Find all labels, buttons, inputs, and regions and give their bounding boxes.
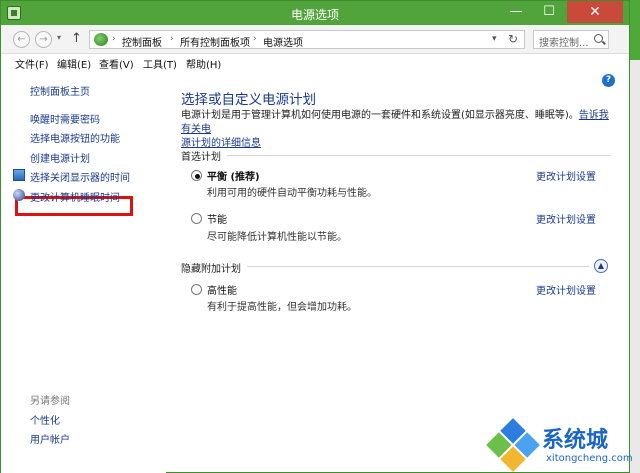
page-description: 电源计划是用于管理计算机如何使用电源的一套硬件和系统设置(如显示器亮度、睡眠等)… <box>181 109 611 151</box>
power-saver-plan-name[interactable]: 节能 <box>207 211 227 226</box>
refresh-icon[interactable]: ↻ <box>508 32 518 46</box>
breadcrumb-separator[interactable]: › <box>253 34 257 44</box>
balanced-plan-name[interactable]: 平衡 (推荐) <box>207 168 260 183</box>
breadcrumb-all-items[interactable]: 所有控制面板项 <box>180 34 250 49</box>
search-icon[interactable] <box>594 34 603 43</box>
menu-tools[interactable]: 工具(T) <box>143 56 177 71</box>
menu-bar: 文件(F) 编辑(E) 查看(V) 工具(T) 帮助(H) <box>1 54 629 72</box>
sleep-moon-icon <box>13 189 25 201</box>
control-panel-icon <box>94 33 108 46</box>
close-button[interactable]: ✕ <box>567 1 623 23</box>
menu-edit[interactable]: 编辑(E) <box>57 56 91 71</box>
description-text: 电源计划是用于管理计算机如何使用电源的一套硬件和系统设置(如显示器亮度、睡眠等)… <box>181 110 579 121</box>
recent-locations-dropdown-icon[interactable]: ▾ <box>57 33 61 42</box>
section-divider <box>247 266 589 267</box>
watermark: 系统城 xitongcheng.com <box>486 418 640 473</box>
back-button[interactable]: ← <box>13 31 30 48</box>
watermark-name: 系统城 <box>542 427 609 453</box>
watermark-logo-icon <box>480 412 545 473</box>
hidden-plans-heading[interactable]: 隐藏附加计划 <box>181 260 241 275</box>
breadcrumb-separator[interactable]: › <box>112 34 116 44</box>
page-title: 选择或自定义电源计划 <box>181 92 316 108</box>
up-level-button[interactable]: ↑ <box>71 31 82 46</box>
high-performance-plan-radio[interactable] <box>191 284 202 295</box>
monitor-icon <box>13 169 25 181</box>
sidebar-display-off-time[interactable]: 选择关闭显示器的时间 <box>30 169 130 184</box>
search-placeholder: 搜索控制... <box>539 38 589 49</box>
breadcrumb-control-panel[interactable]: 控制面板 <box>122 34 162 49</box>
minimize-button[interactable]: — <box>501 1 531 23</box>
help-icon[interactable]: ? <box>602 74 615 87</box>
menu-view[interactable]: 查看(V) <box>99 56 134 71</box>
forward-button[interactable]: → <box>35 31 52 48</box>
high-performance-plan-name[interactable]: 高性能 <box>207 282 237 297</box>
background-window-edge <box>630 60 640 473</box>
sidebar: 控制面板主页 唤醒时需要密码 选择电源按钮的功能 创建电源计划 选择关闭显示器的… <box>1 72 166 473</box>
breadcrumb-separator[interactable]: › <box>170 34 174 44</box>
address-dropdown-icon[interactable]: ▾ <box>492 34 497 44</box>
breadcrumb-power-options[interactable]: 电源选项 <box>263 34 303 49</box>
address-bar[interactable]: › 控制面板 › 所有控制面板项 › 电源选项 ▾ ↻ <box>89 30 525 49</box>
sidebar-power-button-function[interactable]: 选择电源按钮的功能 <box>30 130 120 145</box>
maximize-button[interactable]: ☐ <box>534 1 564 23</box>
power-saver-change-settings-link[interactable]: 更改计划设置 <box>536 211 596 226</box>
sidebar-control-panel-home[interactable]: 控制面板主页 <box>30 83 90 98</box>
search-input[interactable]: 搜索控制... <box>533 30 609 49</box>
high-performance-change-settings-link[interactable]: 更改计划设置 <box>536 282 596 297</box>
sidebar-personalization[interactable]: 个性化 <box>30 412 60 427</box>
collapse-chevron-icon[interactable]: ▲ <box>594 259 608 273</box>
sidebar-sleep-time[interactable]: 更改计算机睡眠时间 <box>30 189 120 204</box>
menu-file[interactable]: 文件(F) <box>15 56 49 71</box>
sidebar-require-password[interactable]: 唤醒时需要密码 <box>30 111 100 126</box>
title-bar[interactable]: 电源选项 — ☐ ✕ <box>1 1 629 25</box>
sidebar-create-power-plan[interactable]: 创建电源计划 <box>30 150 90 165</box>
see-also-heading: 另请参阅 <box>30 396 70 407</box>
control-panel-window: 电源选项 — ☐ ✕ ← → ▾ ↑ › 控制面板 › 所有控制面板项 › 电源… <box>0 0 630 473</box>
power-saver-plan-radio[interactable] <box>191 213 202 224</box>
high-performance-plan-desc: 有利于提高性能，但会增加功耗。 <box>207 302 357 313</box>
sidebar-user-accounts[interactable]: 用户帐户 <box>30 431 70 446</box>
balanced-change-settings-link[interactable]: 更改计划设置 <box>536 168 596 183</box>
balanced-plan-radio[interactable] <box>191 170 202 181</box>
address-toolbar: ← → ▾ ↑ › 控制面板 › 所有控制面板项 › 电源选项 ▾ ↻ 搜索控制… <box>1 25 629 54</box>
preferred-plans-heading: 首选计划 <box>181 152 221 163</box>
power-saver-plan-desc: 尽可能降低计算机性能以节能。 <box>207 232 347 243</box>
section-divider <box>227 155 611 156</box>
menu-help[interactable]: 帮助(H) <box>186 56 221 71</box>
watermark-url: xitongcheng.com <box>546 453 633 464</box>
balanced-plan-desc: 利用可用的硬件自动平衡功耗与性能。 <box>207 188 377 199</box>
